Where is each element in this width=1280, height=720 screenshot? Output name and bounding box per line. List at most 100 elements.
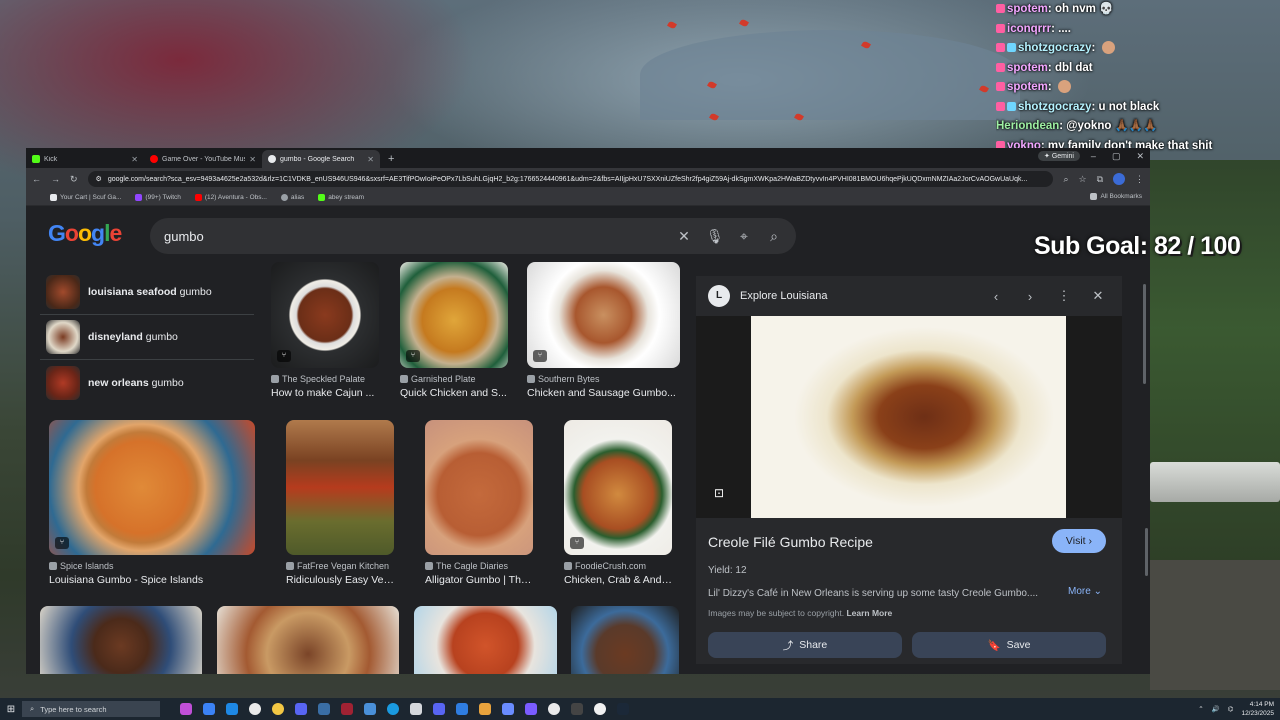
clock[interactable]: 4:14 PM 12/23/2025: [1241, 700, 1274, 718]
bookmark-item[interactable]: abey stream: [318, 194, 364, 201]
share-button[interactable]: ⤴ Share: [708, 632, 902, 658]
related-item[interactable]: new orleans gumbo: [40, 360, 254, 405]
bookmark-item[interactable]: (12) Aventura - Obs...: [194, 194, 267, 201]
search-input[interactable]: gumbo: [164, 229, 662, 244]
edge-icon[interactable]: [387, 703, 399, 715]
site-name[interactable]: Explore Louisiana: [740, 290, 974, 302]
result-image[interactable]: ⑂: [564, 420, 672, 555]
result-image[interactable]: [286, 420, 394, 555]
image-result[interactable]: [414, 606, 557, 674]
image-result[interactable]: ⑂ FoodieCrush.com Chicken, Crab & Andou.…: [564, 420, 672, 586]
close-tab-icon[interactable]: ✕: [131, 155, 138, 164]
image-result[interactable]: FatFree Vegan Kitchen Ridiculously Easy …: [286, 420, 394, 586]
bookmark-item[interactable]: Your Cart | Scuf Ga...: [50, 194, 121, 201]
result-image[interactable]: ⑂: [271, 262, 379, 368]
result-image[interactable]: [425, 420, 533, 555]
chevron-left-icon[interactable]: ‹: [984, 289, 1008, 304]
recipe-title[interactable]: Creole Filé Gumbo Recipe: [708, 534, 873, 550]
forward-icon[interactable]: →: [51, 174, 60, 184]
steam-icon[interactable]: [617, 703, 629, 715]
close-tab-icon[interactable]: ✕: [367, 155, 374, 164]
bookmark-item[interactable]: (99+) Twitch: [135, 194, 181, 201]
zoom-icon[interactable]: ⌕: [1063, 174, 1068, 185]
learn-more-link[interactable]: Learn More: [846, 608, 892, 618]
image-result[interactable]: The Cagle Diaries Alligator Gumbo | The …: [425, 420, 533, 586]
windows-start-icon[interactable]: ⊞: [0, 704, 22, 715]
network-icon[interactable]: ⌬: [1228, 705, 1234, 714]
menu-icon[interactable]: ⋮: [1135, 174, 1144, 185]
app-icon[interactable]: [318, 703, 330, 715]
volume-icon[interactable]: 🔊: [1212, 705, 1220, 714]
image-result[interactable]: ⑂ Spice Islands Louisiana Gumbo - Spice …: [49, 420, 255, 586]
image-result[interactable]: ⑂ The Speckled Palate How to make Cajun …: [271, 262, 379, 399]
chevron-up-icon[interactable]: ⌃: [1198, 705, 1203, 714]
result-image[interactable]: [217, 606, 399, 674]
reload-icon[interactable]: ↻: [70, 174, 78, 185]
app-icon[interactable]: [525, 703, 537, 715]
chrome-icon[interactable]: [249, 703, 261, 715]
url-field[interactable]: ⚙ google.com/search?sca_esv=9493a4625e2a5…: [87, 171, 1054, 187]
app-icon[interactable]: [571, 703, 583, 715]
gemini-button[interactable]: ✦ Gemini: [1038, 151, 1080, 161]
result-image[interactable]: [571, 606, 679, 674]
clear-icon[interactable]: ✕: [676, 228, 692, 245]
more-options-icon[interactable]: ⋮: [1052, 288, 1076, 304]
minimize-icon[interactable]: –: [1091, 151, 1096, 162]
app-icon[interactable]: [341, 703, 353, 715]
more-button[interactable]: More ⌄: [1068, 586, 1102, 597]
chrome-icon[interactable]: [272, 703, 284, 715]
save-button[interactable]: 🔖 Save: [912, 632, 1106, 658]
page-scrollbar[interactable]: [1145, 528, 1148, 576]
app-icon[interactable]: [203, 703, 215, 715]
image-result[interactable]: [40, 606, 202, 674]
back-icon[interactable]: ←: [32, 174, 41, 184]
app-icon[interactable]: [410, 703, 422, 715]
app-icon[interactable]: [502, 703, 514, 715]
lens-icon[interactable]: ⊡: [714, 486, 724, 500]
search-icon[interactable]: ⌕: [766, 228, 782, 245]
discord-icon[interactable]: [433, 703, 445, 715]
app-icon[interactable]: [364, 703, 376, 715]
bookmark-item[interactable]: alias: [280, 194, 304, 201]
app-icon[interactable]: [479, 703, 491, 715]
result-image[interactable]: [40, 606, 202, 674]
related-item[interactable]: louisiana seafood gumbo: [40, 270, 254, 315]
close-window-icon[interactable]: ✕: [1136, 151, 1144, 162]
result-image[interactable]: [414, 606, 557, 674]
lens-icon[interactable]: ⌖: [736, 228, 752, 245]
chrome-icon[interactable]: [594, 703, 606, 715]
taskbar-search[interactable]: ⌕ Type here to search: [22, 701, 160, 717]
bookmark-star-icon[interactable]: ☆: [1078, 174, 1086, 185]
app-icon[interactable]: [456, 703, 468, 715]
search-box[interactable]: gumbo ✕ 🎙 ⌖ ⌕: [150, 218, 796, 254]
preview-image[interactable]: ⊡: [696, 316, 1122, 518]
tab-kick[interactable]: Kick ✕: [26, 150, 144, 168]
extensions-icon[interactable]: ⧉: [1097, 174, 1103, 185]
result-image[interactable]: ⑂: [49, 420, 255, 555]
image-result[interactable]: [217, 606, 399, 674]
tab-google-search[interactable]: gumbo - Google Search ✕: [262, 150, 380, 168]
new-tab-button[interactable]: +: [380, 150, 402, 168]
site-info-icon[interactable]: ⚙: [96, 175, 102, 183]
panel-scrollbar[interactable]: [1143, 284, 1146, 384]
close-icon[interactable]: ✕: [1086, 288, 1110, 304]
image-result[interactable]: ⑂ Garnished Plate Quick Chicken and S...: [400, 262, 508, 399]
chevron-right-icon[interactable]: ›: [1018, 289, 1042, 304]
app-icon[interactable]: [180, 703, 192, 715]
visit-button[interactable]: Visit ›: [1051, 529, 1106, 553]
result-image[interactable]: ⑂: [527, 262, 680, 368]
tab-youtube-music[interactable]: Game Over - YouTube Music ✕: [144, 150, 262, 168]
related-item[interactable]: disneyland gumbo: [40, 315, 254, 360]
close-tab-icon[interactable]: ✕: [249, 155, 256, 164]
microphone-icon[interactable]: 🎙: [706, 228, 724, 245]
app-icon[interactable]: [548, 703, 560, 715]
image-result[interactable]: [571, 606, 679, 674]
profile-icon[interactable]: [1113, 173, 1125, 185]
result-image[interactable]: ⑂: [400, 262, 508, 368]
maximize-icon[interactable]: ▢: [1112, 151, 1121, 162]
discord-icon[interactable]: [295, 703, 307, 715]
image-result[interactable]: ⑂ Southern Bytes Chicken and Sausage Gum…: [527, 262, 680, 399]
google-logo[interactable]: Google: [48, 220, 122, 247]
app-icon[interactable]: [226, 703, 238, 715]
all-bookmarks[interactable]: All Bookmarks: [1090, 193, 1142, 200]
